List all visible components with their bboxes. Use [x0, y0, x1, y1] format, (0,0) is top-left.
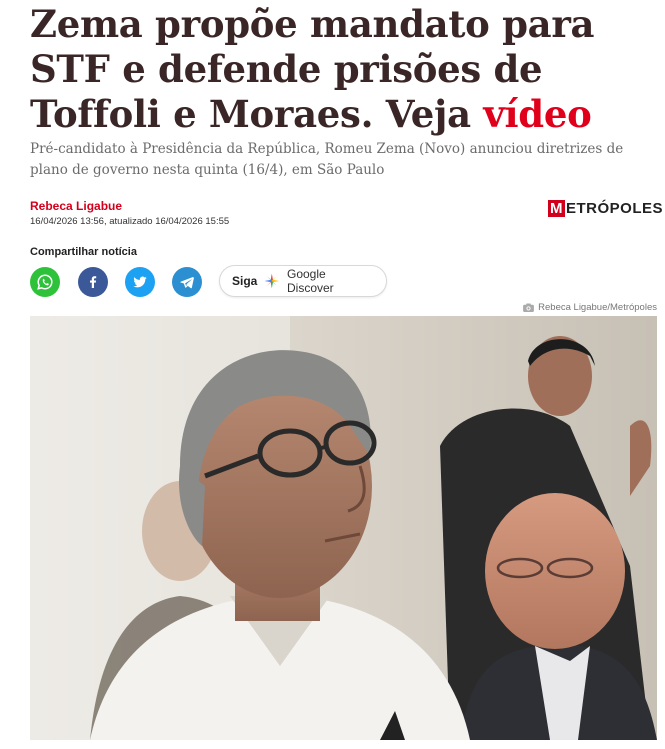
camera-icon [523, 303, 535, 312]
photo-credit-text: Rebeca Ligabue/Metrópoles [538, 302, 657, 313]
headline-video-link[interactable]: vídeo [483, 92, 591, 136]
photo-credit: Rebeca Ligabue/Metrópoles [523, 302, 657, 313]
article-subtitle: Pré-candidato à Presidência da República… [30, 141, 624, 178]
share-label: Compartilhar notícia [30, 246, 137, 258]
facebook-icon [90, 276, 97, 288]
share-twitter-button[interactable] [125, 267, 155, 297]
google-discover-icon [264, 273, 280, 289]
logo-text: ETRÓPOLES [566, 200, 664, 217]
article-headline: Zema propõe mandato para STF e defende p… [30, 2, 650, 137]
author-name[interactable]: Rebeca Ligabue [30, 199, 122, 213]
follow-label: Siga [232, 274, 258, 288]
share-whatsapp-button[interactable] [30, 267, 60, 297]
photo-illustration [30, 316, 657, 740]
share-telegram-button[interactable] [172, 267, 202, 297]
telegram-icon [180, 277, 194, 289]
whatsapp-icon [37, 274, 53, 290]
share-facebook-button[interactable] [78, 267, 108, 297]
twitter-icon [133, 276, 147, 288]
follow-google-discover-button[interactable]: Siga Google Discover [219, 265, 387, 297]
logo-letter-m: M [548, 200, 565, 217]
article-photo[interactable] [30, 316, 657, 740]
metropoles-logo[interactable]: M ETRÓPOLES [548, 200, 663, 217]
google-discover-label: Google Discover [287, 267, 334, 295]
publish-dates: 16/04/2026 13:56, atualizado 16/04/2026 … [30, 216, 230, 227]
